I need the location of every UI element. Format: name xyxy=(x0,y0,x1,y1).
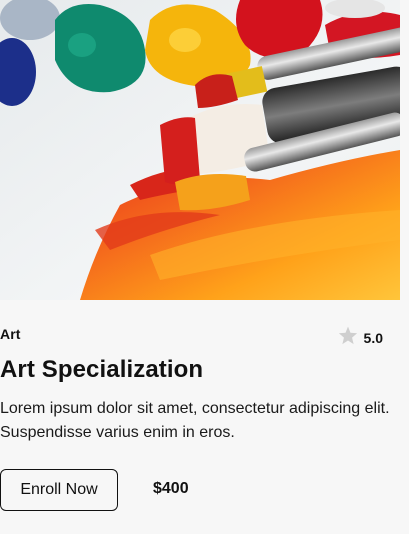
course-rating: 5.0 xyxy=(338,326,383,346)
course-meta: Art 5.0 xyxy=(0,326,383,346)
rating-value: 5.0 xyxy=(363,329,383,346)
course-title: Art Specialization xyxy=(0,356,204,383)
course-card: Art 5.0 Art Specialization Lorem ipsum d… xyxy=(0,0,400,534)
star-icon xyxy=(338,326,358,345)
enroll-now-button[interactable]: Enroll Now xyxy=(0,469,118,511)
course-image xyxy=(0,0,400,300)
course-category: Art xyxy=(0,326,21,342)
course-price: $400 xyxy=(153,480,189,497)
course-description: Lorem ipsum dolor sit amet, consectetur … xyxy=(0,400,390,441)
